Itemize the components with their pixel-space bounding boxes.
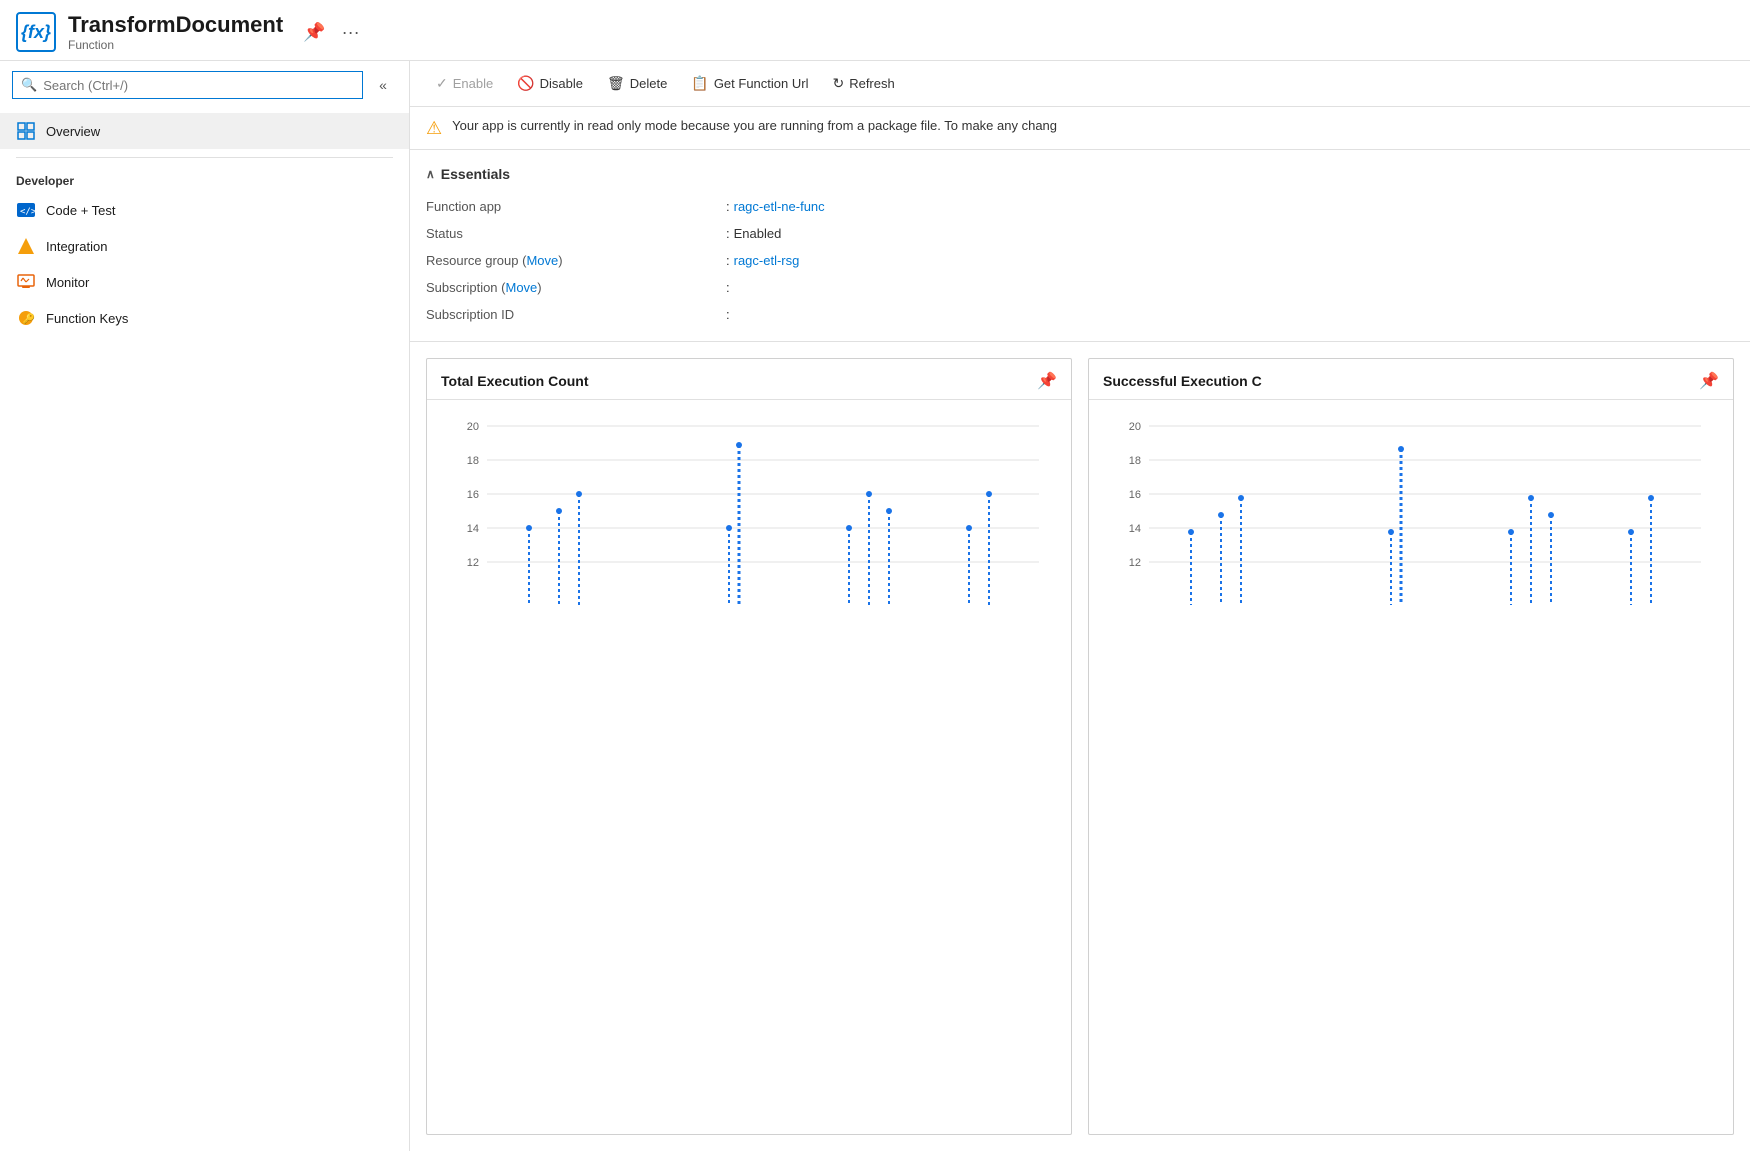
essentials-section: ∧ Essentials Function app : ragc-etl-ne-… [410,150,1750,342]
warning-banner: ⚠ Your app is currently in read only mod… [410,107,1750,150]
chart-successful-title: Successful Execution C [1103,373,1262,389]
delete-button[interactable]: 🗑 Delete [597,69,677,98]
essentials-label-status: Status [426,223,726,244]
warning-icon: ⚠ [426,118,442,139]
essentials-value-status: : Enabled [726,223,1734,244]
chart-total-svg: 20 18 16 14 12 [441,410,1057,630]
code-test-icon: </> [16,200,36,220]
status-value: Enabled [734,226,782,241]
sidebar-item-monitor-label: Monitor [46,275,89,290]
sidebar-item-code-test[interactable]: </> Code + Test [0,192,409,228]
enable-button[interactable]: ✓ Enable [426,69,503,98]
svg-text:16: 16 [467,489,479,501]
svg-text:18: 18 [1129,455,1141,467]
function-app-link[interactable]: ragc-etl-ne-func [734,199,825,214]
svg-text:20: 20 [1129,421,1141,433]
resource-group-link[interactable]: ragc-etl-rsg [734,253,800,268]
resource-group-move-link[interactable]: Move [526,253,558,268]
svg-text:14: 14 [467,523,479,535]
chart-successful-header: Successful Execution C 📌 [1089,359,1733,400]
sidebar-item-overview-label: Overview [46,124,100,139]
search-icon: 🔍 [21,77,37,93]
essentials-header[interactable]: ∧ Essentials [426,166,1734,182]
refresh-icon: ↻ [832,75,844,92]
search-input-wrapper[interactable]: 🔍 [12,71,363,99]
chart-total-pin-icon[interactable]: 📌 [1037,371,1057,391]
enable-icon: ✓ [436,75,448,92]
sidebar-item-overview[interactable]: Overview [0,113,409,149]
disable-button[interactable]: 🚫 Disable [507,69,593,98]
get-url-icon: 📋 [691,75,708,92]
essentials-value-subscription: : [726,277,1734,298]
header-title-block: TransformDocument Function [68,12,283,52]
sidebar-item-integration[interactable]: Integration [0,228,409,264]
svg-text:12: 12 [467,557,479,569]
get-function-url-button[interactable]: 📋 Get Function Url [681,69,818,98]
chart-successful-body: 20 18 16 14 12 [1089,400,1733,1134]
overview-icon [16,121,36,141]
essentials-value-function-app: : ragc-etl-ne-func [726,196,1734,217]
essentials-label-resource-group: Resource group (Move) [426,250,726,271]
search-bar-container: 🔍 « [0,61,409,109]
header-actions: 📌 ··· [299,18,363,47]
svg-text:🔑: 🔑 [23,312,36,325]
content-area: ✓ Enable 🚫 Disable 🗑 Delete 📋 Get Functi… [410,61,1750,1151]
sidebar: 🔍 « [0,61,410,1151]
developer-section-header: Developer [0,162,409,192]
app-icon: {fx} [16,12,56,52]
sidebar-item-function-keys-label: Function Keys [46,311,128,326]
essentials-label-subscription-id: Subscription ID [426,304,726,325]
essentials-chevron-icon: ∧ [426,167,435,181]
refresh-button[interactable]: ↻ Refresh [822,69,904,98]
essentials-label-subscription: Subscription (Move) [426,277,726,298]
chart-total-title: Total Execution Count [441,373,589,389]
monitor-icon [16,272,36,292]
chart-total-body: 20 18 16 14 12 [427,400,1071,1134]
essentials-value-subscription-id: : [726,304,1734,325]
essentials-value-resource-group: : ragc-etl-rsg [726,250,1734,271]
svg-text:14: 14 [1129,523,1141,535]
essentials-label-function-app: Function app [426,196,726,217]
warning-text: Your app is currently in read only mode … [452,117,1057,135]
svg-text:20: 20 [467,421,479,433]
svg-text:12: 12 [1129,557,1141,569]
app-header: {fx} TransformDocument Function 📌 ··· [0,0,1750,61]
search-input[interactable] [43,78,354,93]
chart-total-execution: Total Execution Count 📌 20 18 16 14 12 [426,358,1072,1135]
essentials-title: Essentials [441,166,510,182]
collapse-sidebar-button[interactable]: « [369,71,397,99]
integration-icon [16,236,36,256]
charts-area: Total Execution Count 📌 20 18 16 14 12 [410,342,1750,1151]
section-divider [16,157,393,158]
subscription-move-link[interactable]: Move [505,280,537,295]
svg-text:18: 18 [467,455,479,467]
page-subtitle: Function [68,38,283,52]
pin-icon[interactable]: 📌 [299,18,329,47]
chart-total-header: Total Execution Count 📌 [427,359,1071,400]
svg-text:16: 16 [1129,489,1141,501]
sidebar-item-code-test-label: Code + Test [46,203,116,218]
more-options-icon[interactable]: ··· [338,18,364,47]
delete-icon: 🗑 [607,75,625,92]
sidebar-item-function-keys[interactable]: 🔑 Function Keys [0,300,409,336]
page-title: TransformDocument [68,12,283,38]
chart-successful-pin-icon[interactable]: 📌 [1699,371,1719,391]
essentials-grid: Function app : ragc-etl-ne-func Status :… [426,196,1734,325]
sidebar-item-integration-label: Integration [46,239,107,254]
chart-successful-execution: Successful Execution C 📌 20 18 16 14 12 [1088,358,1734,1135]
sidebar-item-monitor[interactable]: Monitor [0,264,409,300]
disable-icon: 🚫 [517,75,534,92]
function-keys-icon: 🔑 [16,308,36,328]
toolbar: ✓ Enable 🚫 Disable 🗑 Delete 📋 Get Functi… [410,61,1750,107]
svg-text:</>: </> [20,207,35,217]
overview-section: Overview [0,109,409,153]
chart-successful-svg: 20 18 16 14 12 [1103,410,1719,630]
